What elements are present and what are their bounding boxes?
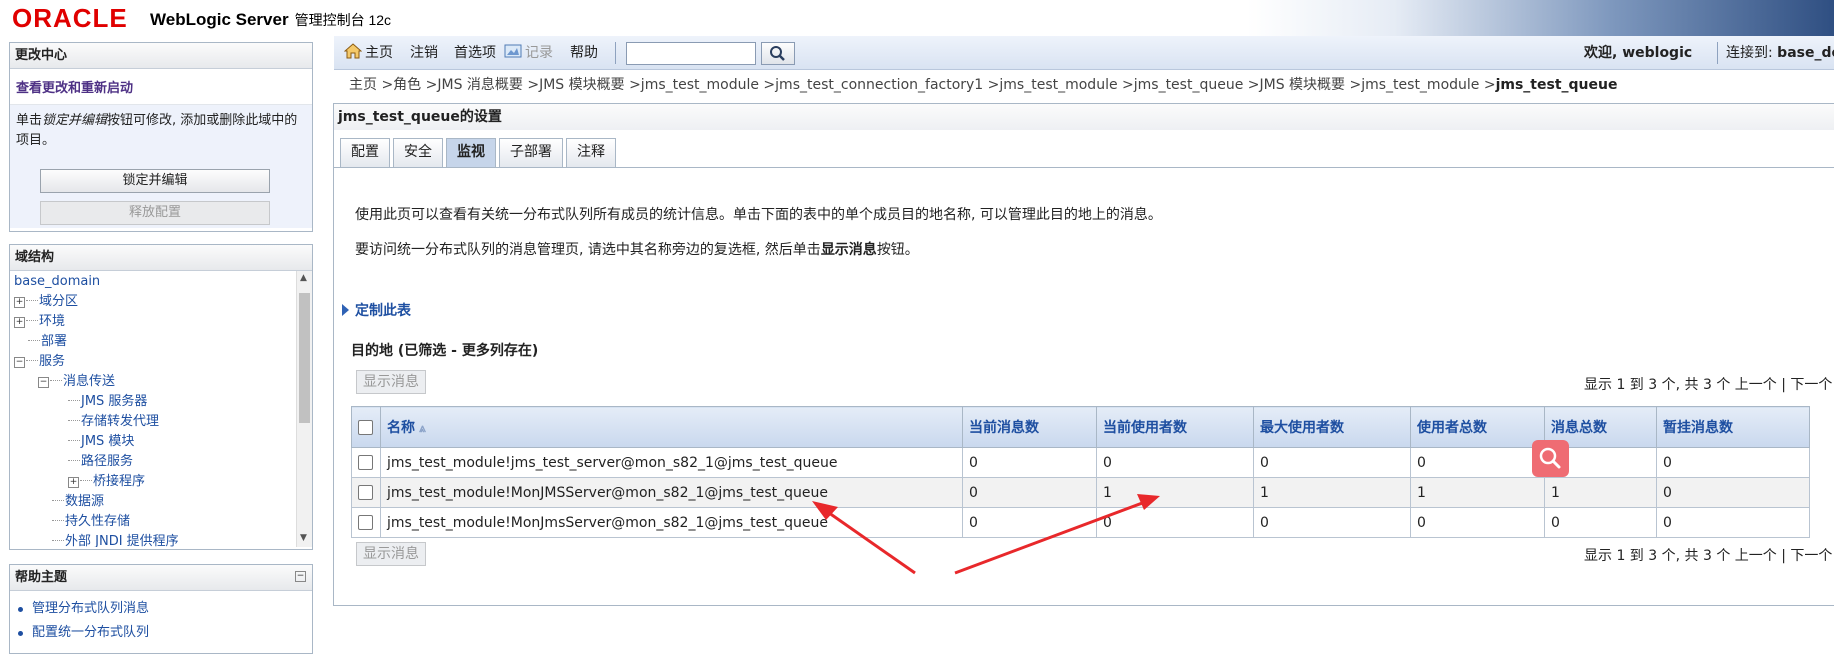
annotation-arrows bbox=[812, 494, 1160, 575]
arrowhead-right bbox=[1137, 494, 1160, 510]
annotation-arrow-left bbox=[821, 506, 916, 575]
annotation-arrow-right bbox=[954, 500, 1146, 575]
